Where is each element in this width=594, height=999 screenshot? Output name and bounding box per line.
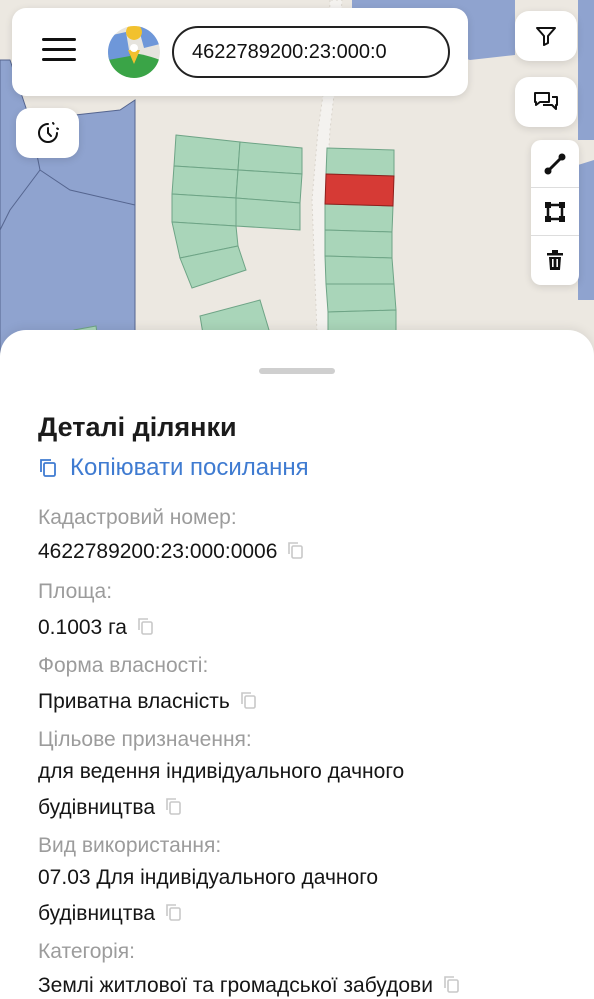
water-area-right-lower xyxy=(578,160,594,300)
chat-icon xyxy=(534,92,558,110)
usage-label: Вид використання: xyxy=(38,834,222,857)
cadastral-value: 4622789200:23:000:0006 xyxy=(38,540,278,563)
top-bar xyxy=(12,8,468,96)
usage-field: Вид використання: 07.03 Для індивідуальн… xyxy=(38,834,378,932)
menu-icon xyxy=(42,48,76,51)
parcel[interactable] xyxy=(235,169,303,204)
drag-handle[interactable] xyxy=(259,368,335,374)
ownership-label: Форма власності: xyxy=(38,654,209,677)
copy-icon[interactable] xyxy=(443,975,461,995)
polygon-tool-button[interactable] xyxy=(531,188,579,236)
parcel[interactable] xyxy=(324,229,393,259)
area-label: Площа: xyxy=(38,580,113,603)
parcel[interactable] xyxy=(237,141,303,175)
parcel[interactable] xyxy=(235,197,301,231)
menu-icon xyxy=(42,58,76,61)
parcel[interactable] xyxy=(171,165,239,199)
line-tool-icon xyxy=(544,153,566,174)
water-area-right xyxy=(578,0,594,140)
delete-tool-button[interactable] xyxy=(531,236,579,284)
area-value: 0.1003 га xyxy=(38,616,127,639)
parcel[interactable] xyxy=(324,203,394,233)
purpose-label: Цільове призначення: xyxy=(38,728,252,751)
copy-icon[interactable] xyxy=(287,541,305,561)
category-value: Землі житлової та громадської забудови xyxy=(38,974,433,997)
ownership-field: Форма власності: Приватна власність xyxy=(38,654,258,720)
area-field: Площа: 0.1003 га xyxy=(38,580,155,646)
purpose-value-line-2: будівництва xyxy=(38,796,156,819)
copy-link-label: Копіювати посилання xyxy=(70,454,309,481)
parcel[interactable] xyxy=(325,283,397,313)
draw-tools xyxy=(531,140,579,285)
copy-icon[interactable] xyxy=(137,617,155,637)
parcel[interactable] xyxy=(171,193,237,227)
chat-button[interactable] xyxy=(515,77,577,127)
purpose-field: Цільове призначення: для ведення індивід… xyxy=(38,728,404,826)
sheet-title: Деталі ділянки xyxy=(38,412,237,442)
parcel[interactable] xyxy=(324,255,395,285)
history-icon xyxy=(37,122,59,143)
menu-icon xyxy=(42,38,76,41)
line-tool-button[interactable] xyxy=(531,140,579,188)
category-label: Категорія: xyxy=(38,940,135,963)
usage-value-line-1: 07.03 Для індивідуального дачного xyxy=(38,866,379,889)
filter-button[interactable] xyxy=(515,11,577,61)
copy-icon[interactable] xyxy=(165,903,183,923)
purpose-value-line-1: для ведення індивідуального дачного xyxy=(38,760,405,783)
category-field: Категорія: Землі житлової та громадської… xyxy=(38,940,461,999)
parcel-details-sheet: Деталі ділянки Копіювати посилання Кадас… xyxy=(0,330,594,999)
ownership-value: Приватна власність xyxy=(38,690,230,713)
cadastral-label: Кадастровий номер: xyxy=(38,506,237,529)
filter-icon xyxy=(536,27,556,46)
copy-icon xyxy=(40,459,56,477)
history-button[interactable] xyxy=(16,108,79,158)
search-input[interactable] xyxy=(174,28,448,76)
copy-link-button[interactable]: Копіювати посилання xyxy=(38,454,309,482)
trash-icon xyxy=(547,250,563,270)
copy-icon[interactable] xyxy=(165,797,183,817)
parcel[interactable] xyxy=(325,147,395,177)
copy-icon[interactable] xyxy=(240,691,258,711)
search-field[interactable] xyxy=(172,26,450,78)
menu-button[interactable] xyxy=(42,38,76,66)
polygon-tool-icon xyxy=(545,201,565,222)
cadastral-field: Кадастровий номер: 4622789200:23:000:000… xyxy=(38,506,305,570)
map-logo-icon[interactable] xyxy=(108,26,160,78)
selected-parcel[interactable] xyxy=(324,173,395,207)
usage-value-line-2: будівництва xyxy=(38,902,156,925)
